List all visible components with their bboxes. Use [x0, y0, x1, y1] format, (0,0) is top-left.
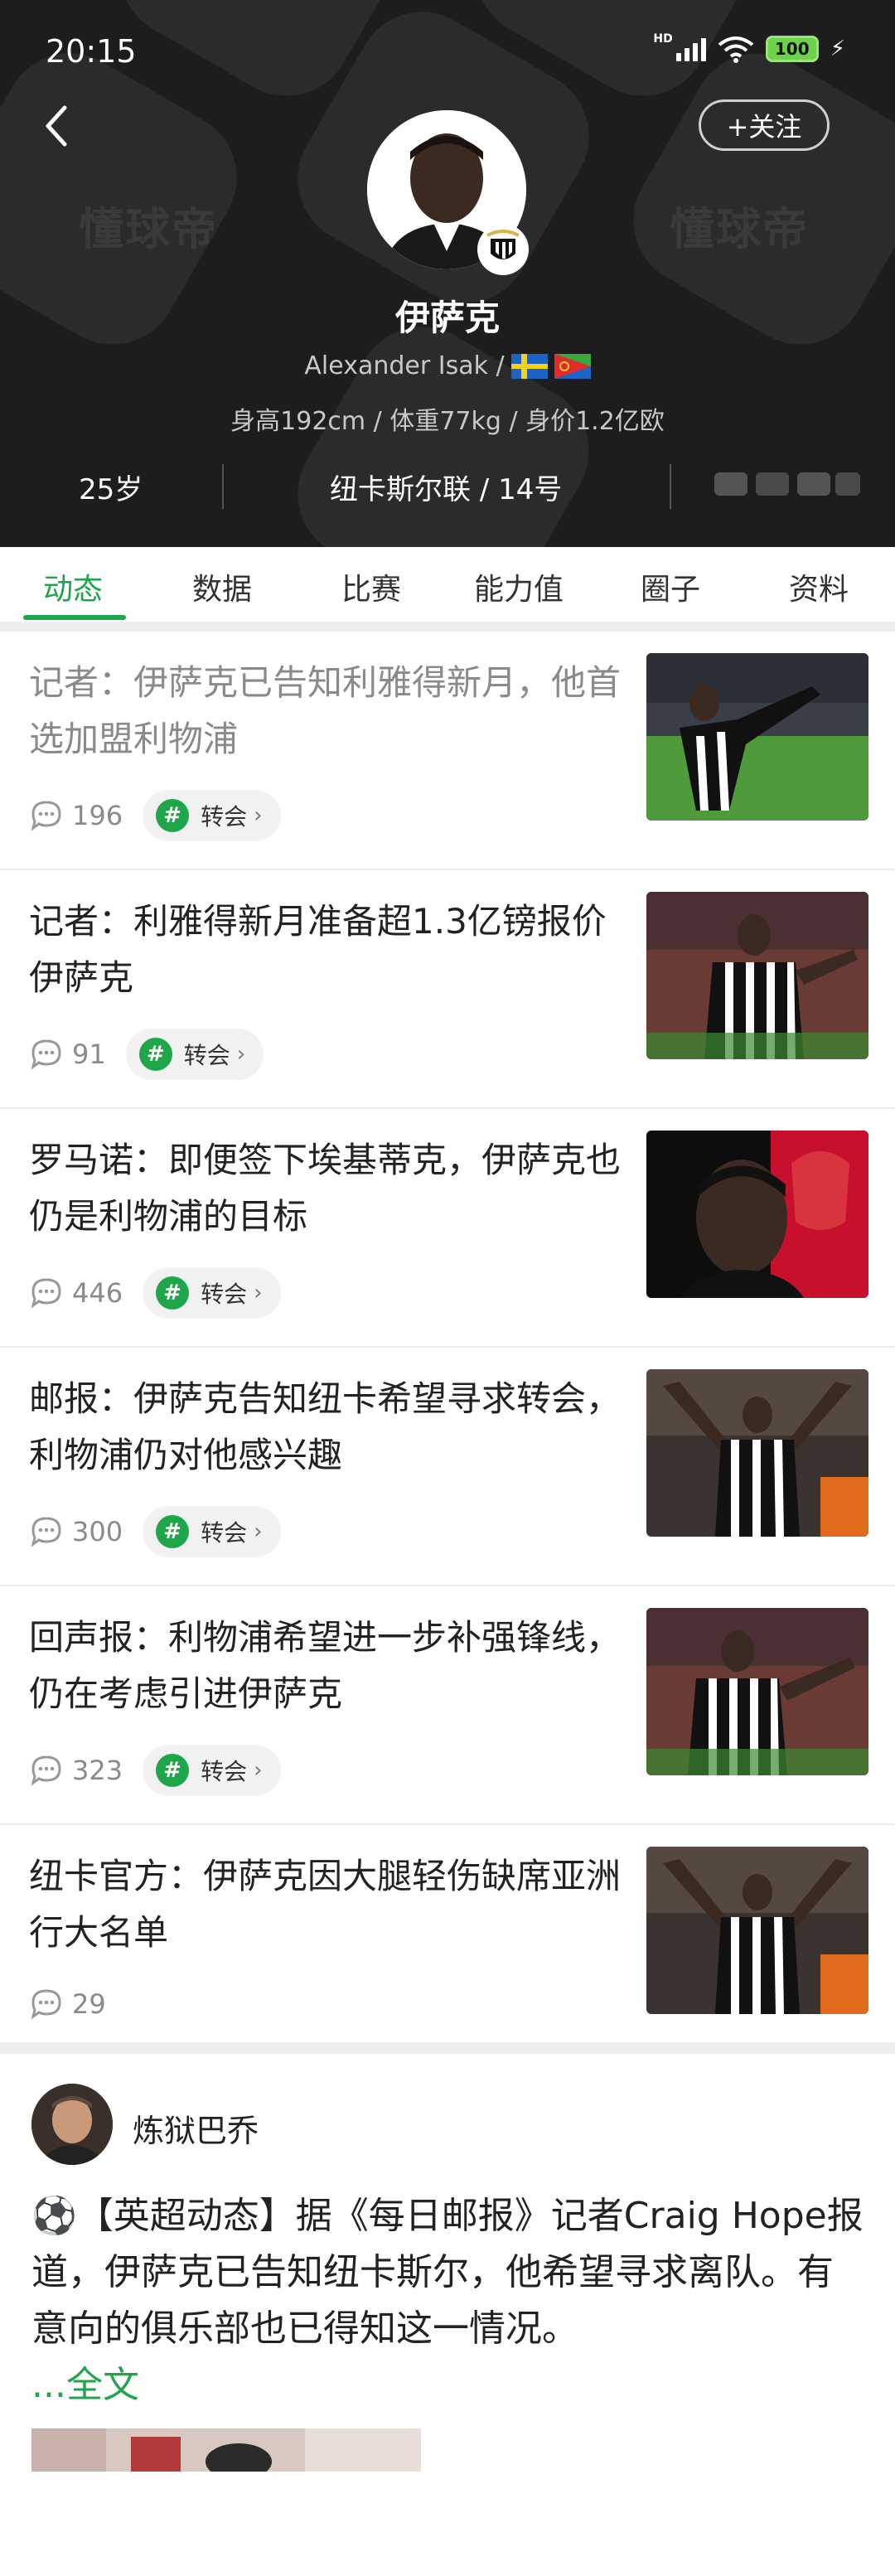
topic-tag[interactable]: # 转会 › — [143, 790, 281, 841]
player-age: 25岁 — [79, 472, 143, 506]
blurred-stat-icon — [714, 472, 860, 496]
post-username[interactable]: 炼狱巴乔 — [133, 2105, 259, 2151]
news-title: 罗马诺：即便签下埃基蒂克，伊萨克也仍是利物浦的目标 — [29, 1140, 622, 1237]
news-meta: 91 # 转会 › — [29, 1028, 264, 1081]
divider — [222, 464, 224, 509]
post-body: 【英超动态】据《每日邮报》记者Craig Hope报道，伊萨克已告知纽卡斯尔，他… — [31, 2195, 864, 2350]
news-item[interactable]: 记者：伊萨克已告知利雅得新月，他首选加盟利物浦 196 # 转会 › — [0, 632, 895, 870]
chevron-right-icon: › — [254, 1758, 263, 1783]
topic-tag[interactable]: # 转会 › — [143, 1745, 281, 1796]
player-english-name: Alexander Isak / — [304, 351, 505, 380]
tab-profile[interactable]: 资料 — [789, 565, 849, 608]
tab-circle[interactable]: 圈子 — [641, 565, 700, 608]
news-title: 回声报：利物浦希望进一步补强锋线，仍在考虑引进伊萨克 — [29, 1617, 622, 1714]
follow-button[interactable]: +关注 — [699, 99, 830, 151]
hashtag-icon: # — [156, 1754, 190, 1787]
topic-label: 转会 — [201, 1519, 248, 1547]
eritrea-flag-icon — [554, 353, 591, 379]
comment-icon — [31, 1989, 61, 2020]
hd-label: HD — [653, 32, 673, 46]
news-title: 记者：伊萨克已告知利雅得新月，他首选加盟利物浦 — [29, 662, 622, 759]
tab-matches[interactable]: 比赛 — [341, 565, 401, 608]
comment-count: 91 — [72, 1039, 106, 1070]
comment-icon — [31, 1517, 61, 1547]
news-meta: 196 # 转会 › — [29, 789, 281, 842]
hashtag-icon: # — [156, 1276, 190, 1310]
status-icons: HD 100 ⚡ — [653, 32, 845, 63]
comment-icon — [31, 1755, 61, 1786]
topic-label: 转会 — [183, 1042, 230, 1069]
news-item[interactable]: 邮报：伊萨克告知纽卡希望寻求转会，利物浦仍对他感兴趣 300 # 转会 › — [0, 1348, 895, 1586]
divider — [670, 464, 671, 509]
player-name: 伊萨克 — [394, 298, 500, 338]
topic-tag[interactable]: # 转会 › — [143, 1267, 281, 1319]
news-meta: 446 # 转会 › — [29, 1266, 281, 1319]
hashtag-icon: # — [156, 1515, 190, 1548]
post-image[interactable] — [31, 2428, 421, 2472]
battery-icon: 100 — [765, 36, 819, 62]
comment-count: 300 — [72, 1516, 123, 1547]
tab-stats[interactable]: 数据 — [192, 565, 252, 608]
news-thumbnail — [646, 1131, 868, 1298]
news-item[interactable]: 纽卡官方：伊萨克因大腿轻伤缺席亚洲行大名单 29 — [0, 1825, 895, 2042]
news-title: 纽卡官方：伊萨克因大腿轻伤缺席亚洲行大名单 — [29, 1856, 622, 1953]
divider — [0, 622, 895, 632]
chevron-right-icon: › — [254, 803, 263, 828]
status-time: 20:15 — [46, 33, 137, 70]
news-title: 记者：利雅得新月准备超1.3亿镑报价伊萨克 — [29, 901, 607, 998]
read-more-link[interactable]: ...全文 — [31, 2364, 139, 2406]
player-physical-info: 身高192cm / 体重77kg / 身价1.2亿欧 — [230, 407, 665, 436]
active-tab-indicator — [23, 615, 126, 620]
chevron-right-icon: › — [254, 1281, 263, 1305]
watermark-right: 懂球帝 — [670, 203, 809, 255]
tab-ability[interactable]: 能力值 — [474, 565, 564, 608]
chevron-right-icon: › — [236, 1042, 246, 1067]
comment-count: 323 — [72, 1755, 123, 1786]
post-content[interactable]: ⚽【英超动态】据《每日邮报》记者Craig Hope报道，伊萨克已告知纽卡斯尔，… — [31, 2188, 868, 2414]
news-thumbnail — [646, 1608, 868, 1775]
topic-tag[interactable]: # 转会 › — [143, 1506, 281, 1557]
chevron-right-icon: › — [254, 1519, 263, 1544]
topic-label: 转会 — [201, 1281, 248, 1308]
news-thumbnail — [646, 653, 868, 821]
news-meta: 323 # 转会 › — [29, 1744, 281, 1797]
news-item[interactable]: 罗马诺：即便签下埃基蒂克，伊萨克也仍是利物浦的目标 446 # 转会 › — [0, 1109, 895, 1348]
news-item[interactable]: 记者：利雅得新月准备超1.3亿镑报价伊萨克 91 # 转会 › — [0, 870, 895, 1109]
hashtag-icon: # — [156, 799, 190, 832]
news-meta: 300 # 转会 › — [29, 1505, 281, 1558]
wifi-icon — [718, 36, 753, 63]
comment-icon — [31, 1278, 61, 1309]
news-item[interactable]: 回声报：利物浦希望进一步补强锋线，仍在考虑引进伊萨克 323 # 转会 › — [0, 1586, 895, 1825]
club-badge-icon — [477, 224, 529, 275]
post-user-avatar[interactable] — [31, 2084, 113, 2165]
news-title: 邮报：伊萨克告知纽卡希望寻求转会，利物浦仍对他感兴趣 — [29, 1378, 622, 1475]
news-meta: 29 — [29, 1978, 106, 2031]
comment-icon — [31, 1039, 61, 1070]
sweden-flag-icon — [510, 353, 548, 379]
news-thumbnail — [646, 892, 868, 1059]
comment-count: 446 — [72, 1277, 123, 1309]
charging-icon: ⚡ — [830, 36, 845, 61]
hashtag-icon: # — [138, 1038, 172, 1071]
news-thumbnail — [646, 1847, 868, 2014]
topic-label: 转会 — [201, 1758, 248, 1785]
watermark-left: 懂球帝 — [79, 203, 218, 255]
back-arrow-icon[interactable] — [40, 101, 73, 151]
status-bar: 20:15 HD 100 ⚡ — [0, 0, 895, 99]
player-club-number[interactable]: 纽卡斯尔联 / 14号 — [330, 467, 562, 507]
news-thumbnail — [646, 1369, 868, 1537]
comment-count: 196 — [72, 800, 123, 831]
comment-icon — [31, 801, 61, 831]
topic-label: 转会 — [201, 803, 248, 830]
tab-feed[interactable]: 动态 — [43, 565, 103, 608]
player-english-name-row: Alexander Isak / — [0, 351, 895, 380]
player-header: 懂球帝 懂球帝 20:15 HD 100 ⚡ +关注 伊萨克 Alexander… — [0, 0, 895, 547]
divider — [0, 2042, 895, 2054]
comment-count: 29 — [72, 1988, 106, 2020]
tab-bar: 动态 数据 比赛 能力值 圈子 资料 — [0, 547, 895, 622]
player-stats-bar: 25岁 纽卡斯尔联 / 14号 — [0, 454, 895, 519]
topic-tag[interactable]: # 转会 › — [125, 1029, 264, 1080]
soccer-ball-icon: ⚽ — [31, 2195, 77, 2237]
signal-icon — [675, 36, 706, 61]
